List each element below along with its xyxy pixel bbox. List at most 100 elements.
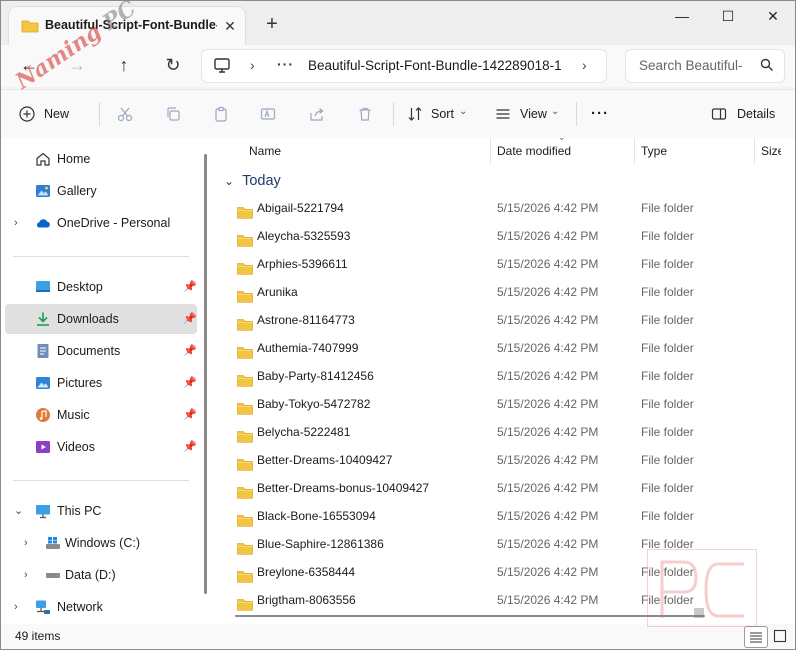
cloud-icon xyxy=(36,219,50,228)
windows-drive-icon xyxy=(46,537,60,549)
column-header-name[interactable]: Name xyxy=(249,138,281,164)
trash-icon xyxy=(359,107,371,121)
file-name: Brigtham-8063556 xyxy=(257,593,356,607)
close-button[interactable]: ✕ xyxy=(750,1,795,33)
tiles-view-button[interactable] xyxy=(769,626,791,646)
sidebar-item-onedrive[interactable]: › OneDrive - Personal xyxy=(5,208,197,238)
file-date-modified: 5/15/2026 4:42 PM xyxy=(497,565,599,579)
table-row[interactable]: Black-Bone-16553094 5/15/2026 4:42 PM File… xyxy=(216,502,776,530)
table-row[interactable]: Arunika 5/15/2026 4:42 PM File folder xyxy=(216,278,776,306)
column-divider[interactable] xyxy=(754,138,755,164)
sidebar-item-this-pc[interactable]: ⌄ This PC xyxy=(5,496,197,526)
horizontal-scrollbar[interactable] xyxy=(235,615,705,617)
maximize-button[interactable]: ☐ xyxy=(705,1,751,33)
cut-button[interactable] xyxy=(117,102,133,126)
file-name: Aleycha-5325593 xyxy=(257,229,351,243)
file-type: File folder xyxy=(641,369,694,383)
details-view-icon xyxy=(750,632,762,643)
table-row[interactable]: Aleycha-5325593 5/15/2026 4:42 PM File fol… xyxy=(216,222,776,250)
this-pc-icon[interactable] xyxy=(214,58,230,76)
sidebar-item-videos[interactable]: Videos 📌 xyxy=(5,432,197,462)
pin-icon[interactable]: 📌 xyxy=(183,400,197,430)
pin-icon[interactable]: 📌 xyxy=(183,272,197,302)
sidebar-item-label: OneDrive - Personal xyxy=(57,216,171,230)
toolbar-divider xyxy=(99,102,100,126)
file-date-modified: 5/15/2026 4:42 PM xyxy=(497,453,599,467)
item-count: 49 items xyxy=(15,629,61,643)
share-button[interactable] xyxy=(309,102,325,126)
minimize-button[interactable]: — xyxy=(659,1,705,33)
breadcrumb-current-folder[interactable]: Beautiful-Script-Font-Bundle-142289018-1 xyxy=(308,58,562,73)
navigation-bar: ← → ↑ ↻ › ··· Beautiful-Script-Font-Bund… xyxy=(1,45,795,87)
new-tab-button[interactable]: + xyxy=(260,13,284,37)
file-name: Better-Dreams-10409427 xyxy=(257,453,393,467)
table-row[interactable]: Baby-Party-81412456 5/15/2026 4:42 PM File… xyxy=(216,362,776,390)
file-name: Black-Bone-16553094 xyxy=(257,509,376,523)
group-header-today[interactable]: ⌄ Today xyxy=(224,170,281,192)
table-row[interactable]: Better-Dreams-bonus-10409427 5/15/2026 4:… xyxy=(216,474,776,502)
table-row[interactable]: Abigail-5221794 5/15/2026 4:42 PM File fol… xyxy=(216,194,776,222)
breadcrumb-chevron-icon[interactable]: › xyxy=(250,57,255,73)
file-name: Astrone-81164773 xyxy=(257,313,355,327)
more-options-button[interactable]: ··· xyxy=(591,102,609,126)
refresh-button[interactable]: ↻ xyxy=(159,53,187,77)
pin-icon[interactable]: 📌 xyxy=(183,336,197,366)
sidebar-item-home[interactable]: Home xyxy=(5,144,197,174)
paste-icon xyxy=(215,106,227,122)
column-header-size[interactable]: Size xyxy=(761,138,781,164)
sidebar-item-gallery[interactable]: Gallery xyxy=(5,176,197,206)
search-box[interactable]: Search Beautiful- xyxy=(625,49,785,83)
sidebar-scrollbar[interactable] xyxy=(204,154,207,594)
sidebar-item-music[interactable]: Music 📌 xyxy=(5,400,197,430)
column-divider[interactable] xyxy=(490,138,491,164)
table-row[interactable]: Astrone-81164773 5/15/2026 4:42 PM File fo… xyxy=(216,306,776,334)
table-row[interactable]: Belycha-5222481 5/15/2026 4:42 PM File fol… xyxy=(216,418,776,446)
sidebar-item-pictures[interactable]: Pictures 📌 xyxy=(5,368,197,398)
sidebar-item-desktop[interactable]: Desktop 📌 xyxy=(5,272,197,302)
paste-button[interactable] xyxy=(213,102,229,126)
expand-chevron-icon[interactable]: › xyxy=(14,208,18,238)
breadcrumb-chevron-icon[interactable]: › xyxy=(582,57,587,73)
details-view-button[interactable] xyxy=(744,626,768,648)
expand-chevron-icon[interactable]: › xyxy=(24,528,28,558)
copy-icon xyxy=(167,107,180,121)
table-row[interactable]: Better-Dreams-10409427 5/15/2026 4:42 PM F… xyxy=(216,446,776,474)
pin-icon[interactable]: 📌 xyxy=(183,304,197,334)
pin-icon[interactable]: 📌 xyxy=(183,368,197,398)
table-row[interactable]: Baby-Tokyo-5472782 5/15/2026 4:42 PM File … xyxy=(216,390,776,418)
sidebar-item-data-drive[interactable]: › Data (D:) xyxy=(5,560,197,590)
table-row[interactable]: Authemia-7407999 5/15/2026 4:42 PM File fo… xyxy=(216,334,776,362)
delete-button[interactable] xyxy=(357,102,373,126)
share-icon xyxy=(310,108,324,121)
expand-chevron-icon[interactable]: › xyxy=(14,592,18,622)
sidebar-item-label: Documents xyxy=(57,344,121,358)
file-date-modified: 5/15/2026 4:42 PM xyxy=(497,201,599,215)
rename-button[interactable] xyxy=(260,102,276,126)
file-date-modified: 5/15/2026 4:42 PM xyxy=(497,481,599,495)
address-bar[interactable]: › ··· Beautiful-Script-Font-Bundle-14228… xyxy=(201,49,607,83)
file-date-modified: 5/15/2026 4:42 PM xyxy=(497,397,599,411)
table-row[interactable]: Arphies-5396611 5/15/2026 4:42 PM File fol… xyxy=(216,250,776,278)
breadcrumb-overflow-button[interactable]: ··· xyxy=(277,56,294,72)
copy-button[interactable] xyxy=(165,102,181,126)
sidebar-item-label: Pictures xyxy=(57,376,103,390)
sidebar-item-downloads[interactable]: Downloads 📌 xyxy=(5,304,197,334)
column-divider[interactable] xyxy=(634,138,635,164)
file-date-modified: 5/15/2026 4:42 PM xyxy=(497,257,599,271)
search-icon xyxy=(760,58,774,75)
expand-chevron-icon[interactable]: › xyxy=(24,560,28,590)
sidebar-item-documents[interactable]: Documents 📌 xyxy=(5,336,197,366)
sidebar-item-network[interactable]: › Network xyxy=(5,592,197,622)
up-button[interactable]: ↑ xyxy=(110,53,138,77)
column-header-type[interactable]: Type xyxy=(641,138,667,164)
tab-close-icon[interactable]: ✕ xyxy=(219,15,241,37)
file-name: Belycha-5222481 xyxy=(257,425,351,439)
toolbar-divider xyxy=(576,102,577,126)
collapse-chevron-icon[interactable]: ⌄ xyxy=(14,496,23,526)
gallery-icon xyxy=(36,185,50,197)
network-icon xyxy=(36,600,50,614)
chevron-down-icon: ⌄ xyxy=(459,106,468,117)
file-type: File folder xyxy=(641,229,694,243)
pin-icon[interactable]: 📌 xyxy=(183,432,197,462)
sidebar-item-windows-drive[interactable]: › Windows (C:) xyxy=(5,528,197,558)
